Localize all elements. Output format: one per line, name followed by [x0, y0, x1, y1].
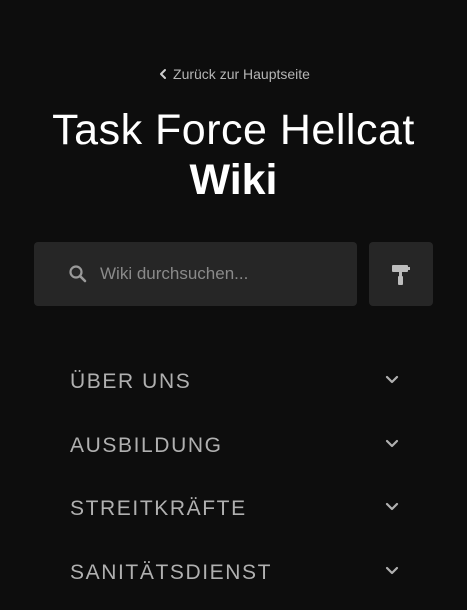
- page-title: Task Force Hellcat: [52, 106, 415, 154]
- back-link-label: Zurück zur Hauptseite: [173, 66, 310, 82]
- search-box[interactable]: [34, 242, 357, 306]
- nav-item-sanitaetsdienst[interactable]: SANITÄTSDIENST: [70, 541, 410, 605]
- paint-roller-icon: [392, 265, 410, 285]
- wiki-navigation: ÜBER UNS AUSBILDUNG STREITKRÄFTE SANITÄT…: [70, 350, 410, 604]
- search-input[interactable]: [100, 242, 340, 306]
- search-icon: [69, 265, 87, 283]
- nav-item-label: AUSBILDUNG: [70, 433, 223, 457]
- chevron-down-icon: [385, 502, 399, 511]
- page-subtitle: Wiki: [189, 156, 278, 204]
- nav-item-label: STREITKRÄFTE: [70, 497, 247, 520]
- chevron-down-icon: [385, 375, 399, 384]
- chevron-down-icon: [385, 439, 399, 447]
- nav-item-label: ÜBER UNS: [70, 370, 192, 393]
- back-to-home-link[interactable]: Zurück zur Hauptseite: [0, 64, 467, 84]
- theme-button[interactable]: [369, 242, 433, 306]
- nav-item-ueber-uns[interactable]: ÜBER UNS: [70, 350, 410, 414]
- chevron-left-icon: [160, 69, 167, 79]
- nav-item-ausbildung[interactable]: AUSBILDUNG: [70, 414, 410, 478]
- chevron-down-icon: [385, 566, 399, 574]
- nav-item-streitkraefte[interactable]: STREITKRÄFTE: [70, 477, 410, 541]
- nav-item-label: SANITÄTSDIENST: [70, 560, 273, 584]
